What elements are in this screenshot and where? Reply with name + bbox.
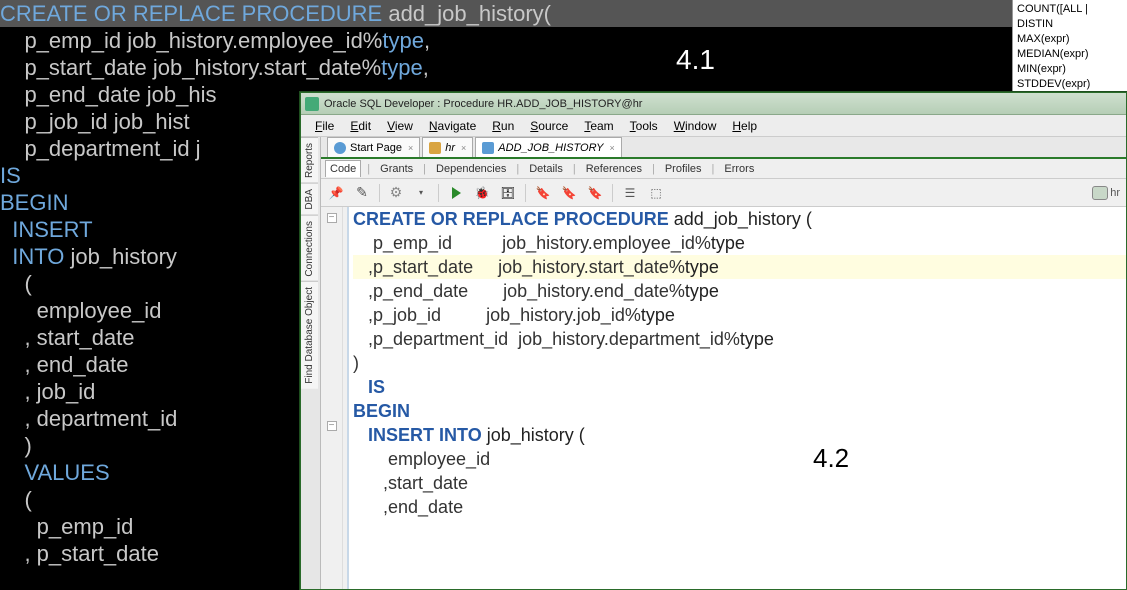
tab-label: hr xyxy=(445,142,455,154)
editor-toolbar: hr xyxy=(321,179,1126,207)
editor-sub-tabs: Code Grants Dependencies Details References P… xyxy=(321,159,1126,179)
tab-icon xyxy=(334,142,346,154)
menu-bar: FileEditViewNavigateRunSourceTeamToolsWi… xyxy=(301,115,1126,137)
menu-edit[interactable]: Edit xyxy=(342,119,379,133)
tab-label: Start Page xyxy=(350,142,402,154)
snippet-item[interactable]: MAX(expr) xyxy=(1017,32,1123,47)
menu-tools[interactable]: Tools xyxy=(622,119,666,133)
play-icon xyxy=(452,187,461,199)
subtab-details[interactable]: Details xyxy=(525,163,567,175)
subtab-code[interactable]: Code xyxy=(325,160,361,177)
snippet-item[interactable]: COUNT([ALL | DISTIN xyxy=(1017,2,1123,32)
dropdown-icon[interactable] xyxy=(412,184,430,202)
snippet-item[interactable]: MEDIAN(expr) xyxy=(1017,47,1123,62)
menu-file[interactable]: File xyxy=(307,119,342,133)
code-editor[interactable]: −− CREATE OR REPLACE PROCEDURE add_job_h… xyxy=(321,207,1126,589)
subtab-grants[interactable]: Grants xyxy=(376,163,417,175)
fold-toggle[interactable]: − xyxy=(327,213,337,223)
content-area: Start Page × hr × ADD_JOB_HISTORY × Code Grant… xyxy=(321,137,1126,589)
close-icon[interactable]: × xyxy=(461,143,466,153)
tab-start page[interactable]: Start Page × xyxy=(327,137,420,157)
menu-help[interactable]: Help xyxy=(724,119,765,133)
bookmark-icon[interactable] xyxy=(534,184,552,202)
select-icon[interactable] xyxy=(647,184,665,202)
side-tab-dba[interactable]: DBA xyxy=(301,183,318,215)
gutter[interactable]: −− xyxy=(321,207,343,589)
snippet-item[interactable]: MIN(expr) xyxy=(1017,62,1123,77)
menu-navigate[interactable]: Navigate xyxy=(421,119,484,133)
snippet-panel: COUNT([ALL | DISTINMAX(expr)MEDIAN(expr)… xyxy=(1012,0,1127,92)
bookmark-prev-icon[interactable] xyxy=(586,184,604,202)
subtab-references[interactable]: References xyxy=(582,163,646,175)
tab-icon xyxy=(429,142,441,154)
bookmark-next-icon[interactable] xyxy=(560,184,578,202)
side-tab-find database object[interactable]: Find Database Object xyxy=(301,281,318,389)
code-text[interactable]: CREATE OR REPLACE PROCEDURE add_job_hist… xyxy=(349,207,1126,589)
close-icon[interactable]: × xyxy=(609,143,614,153)
sql-developer-window: Oracle SQL Developer : Procedure HR.ADD_… xyxy=(300,92,1127,590)
side-tab-reports[interactable]: Reports xyxy=(301,137,318,183)
list-icon[interactable] xyxy=(621,184,639,202)
sidebar: ReportsDBAConnectionsFind Database Objec… xyxy=(301,137,321,589)
subtab-profiles[interactable]: Profiles xyxy=(661,163,706,175)
menu-team[interactable]: Team xyxy=(576,119,621,133)
subtab-errors[interactable]: Errors xyxy=(720,163,758,175)
menu-run[interactable]: Run xyxy=(484,119,522,133)
tab-add_job_history[interactable]: ADD_JOB_HISTORY × xyxy=(475,137,621,157)
tab-hr[interactable]: hr × xyxy=(422,137,473,157)
menu-window[interactable]: Window xyxy=(666,119,725,133)
run-button[interactable] xyxy=(447,184,465,202)
version-label-4-1: 4.1 xyxy=(676,46,715,73)
window-title: Oracle SQL Developer : Procedure HR.ADD_… xyxy=(324,98,642,110)
subtab-dependencies[interactable]: Dependencies xyxy=(432,163,510,175)
snippet-item[interactable]: STDDEV(expr) xyxy=(1017,77,1123,92)
menu-view[interactable]: View xyxy=(379,119,421,133)
pin-icon[interactable] xyxy=(327,184,345,202)
tab-icon xyxy=(482,142,494,154)
app-icon xyxy=(305,97,319,111)
db-icon xyxy=(1092,186,1108,200)
fold-toggle[interactable]: − xyxy=(327,421,337,431)
tab-label: ADD_JOB_HISTORY xyxy=(498,142,603,154)
close-icon[interactable]: × xyxy=(408,143,413,153)
gear-icon[interactable] xyxy=(388,185,404,201)
menu-source[interactable]: Source xyxy=(522,119,576,133)
compile-icon[interactable] xyxy=(499,184,517,202)
side-tab-connections[interactable]: Connections xyxy=(301,215,318,282)
title-bar[interactable]: Oracle SQL Developer : Procedure HR.ADD_… xyxy=(301,93,1126,115)
edit-icon[interactable] xyxy=(353,184,371,202)
version-label-4-2: 4.2 xyxy=(813,443,849,474)
connection-selector[interactable]: hr xyxy=(1092,186,1120,200)
debug-icon[interactable] xyxy=(473,184,491,202)
document-tabs: Start Page × hr × ADD_JOB_HISTORY × xyxy=(321,137,1126,159)
